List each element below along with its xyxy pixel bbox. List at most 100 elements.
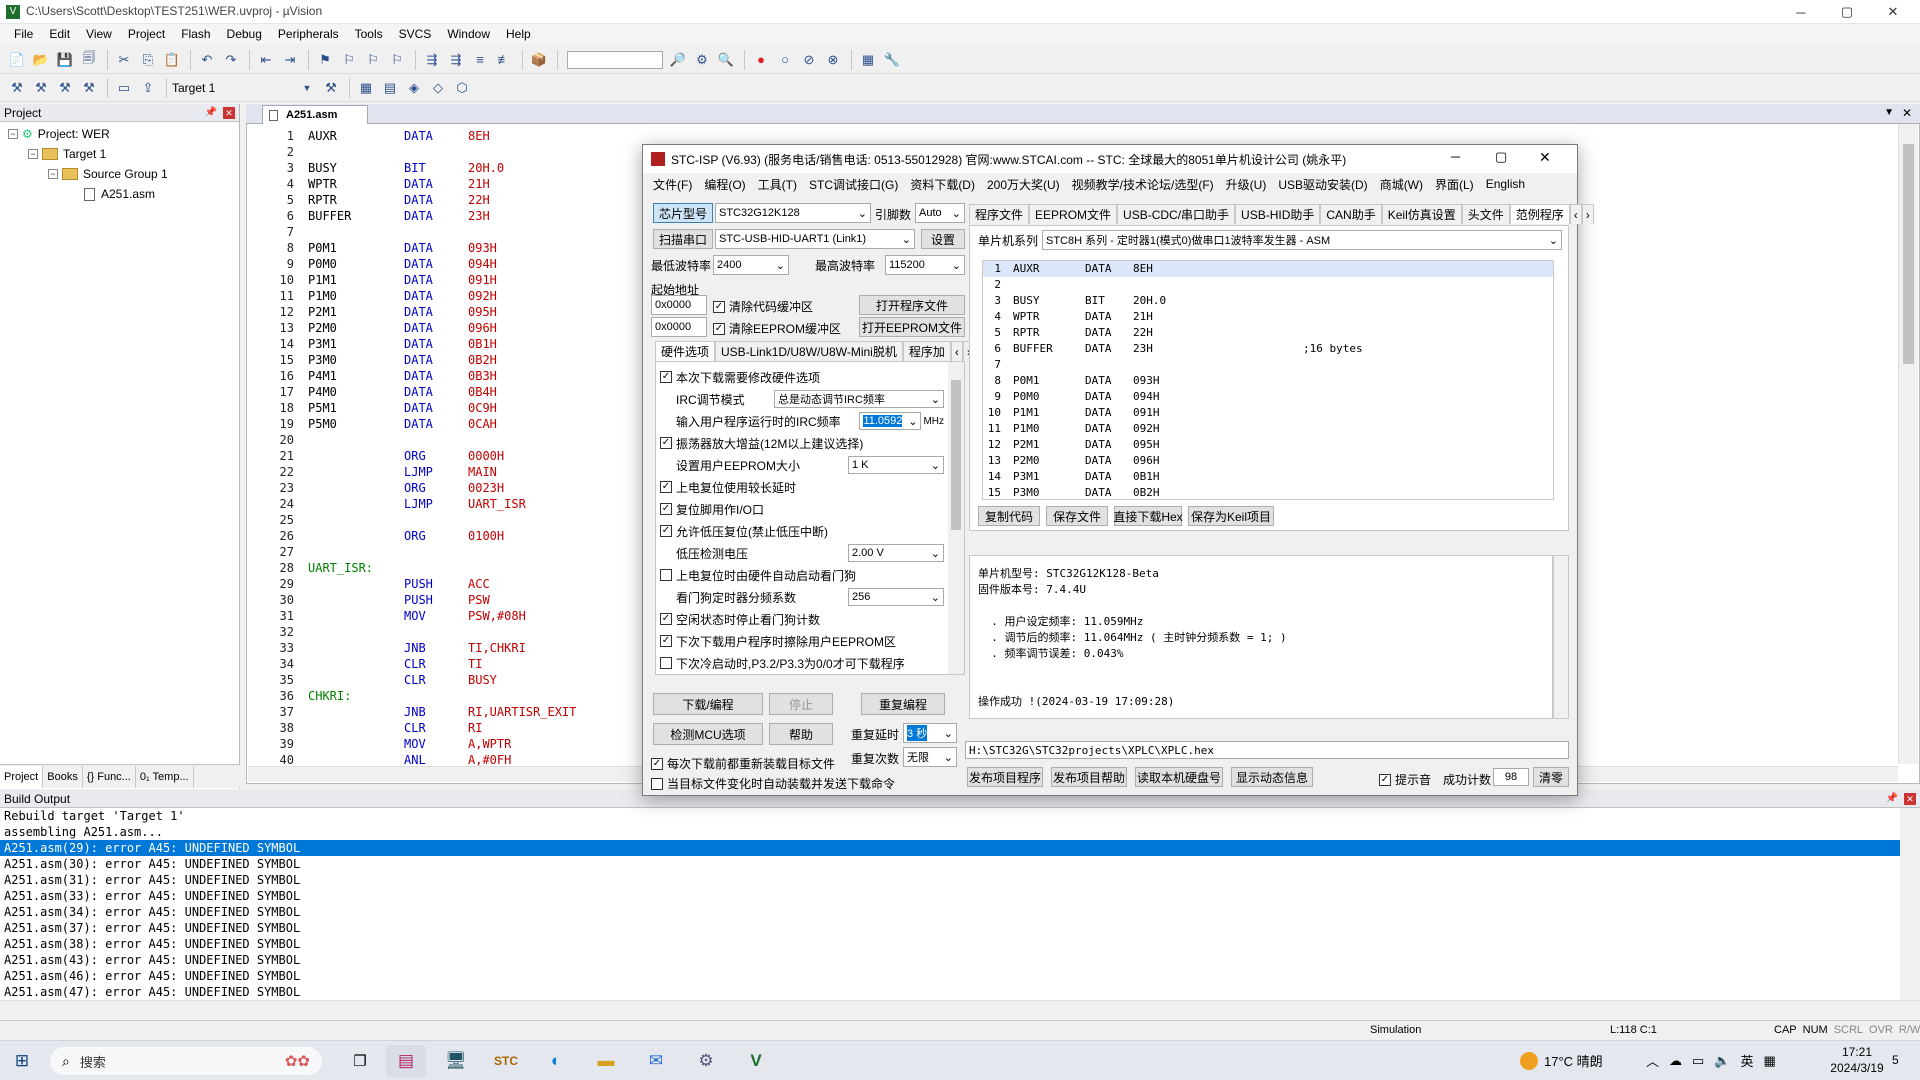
isp-log-scrollbar[interactable] <box>1553 555 1569 719</box>
build-vertical-scrollbar[interactable] <box>1900 808 1920 1000</box>
close-icon[interactable]: ✕ <box>223 106 235 119</box>
clear-code-checkbox[interactable]: ✓ 清除代码缓冲区 <box>713 298 813 315</box>
notification-count[interactable]: 5 <box>1892 1053 1899 1067</box>
tree-target[interactable]: − Target 1 <box>0 144 239 164</box>
pin-count-select[interactable]: Auto ⌄ <box>915 203 965 223</box>
isp-menu-item[interactable]: English <box>1480 177 1531 191</box>
tab-program-encrypt[interactable]: 程序加 <box>902 341 951 361</box>
minimize-button[interactable]: ─ <box>1778 0 1824 24</box>
cut-icon[interactable]: ✂ <box>113 49 135 71</box>
taskbar-keil-icon[interactable]: ▤ <box>386 1045 426 1077</box>
port-select[interactable]: STC-USB-HID-UART1 (Link1) ⌄ <box>715 229 915 249</box>
stop-button[interactable]: 停止 <box>769 693 833 715</box>
isp-maximize-button[interactable]: ▢ <box>1495 149 1507 165</box>
chip-model-select[interactable]: STC32G12K128 ⌄ <box>715 203 871 223</box>
chevron-down-icon[interactable]: ▼ <box>296 77 318 99</box>
close-icon[interactable]: ✕ <box>1902 106 1912 120</box>
option-checkbox[interactable]: 下次冷启动时,P3.2/P3.3为0/0才可下载程序 <box>660 655 905 672</box>
isp-menu-item[interactable]: 文件(F) <box>647 176 698 193</box>
clear-eeprom-checkbox[interactable]: ✓ 清除EEPROM缓冲区 <box>713 320 841 337</box>
isp-menu-item[interactable]: 编程(O) <box>698 176 751 193</box>
paste-icon[interactable]: 📋 <box>161 49 183 71</box>
tab-keil-sim-settings[interactable]: Keil仿真设置 <box>1381 204 1462 224</box>
scan-port-button[interactable]: 扫描串口 <box>653 229 713 249</box>
sample-code-view[interactable]: 1 AUXR DATA 8EH 2 3 BUSY BIT 20H.0 4 WPTR DATA 21H 5 R… <box>982 260 1554 500</box>
option-checkbox[interactable]: 上电复位时由硬件自动启动看门狗 <box>660 567 856 584</box>
build-output-line[interactable]: A251.asm(43): error A45: UNDEFINED SYMBO… <box>0 952 1900 968</box>
pack-installer-icon[interactable]: ◈ <box>403 77 425 99</box>
isp-minimize-button[interactable]: ─ <box>1451 149 1460 164</box>
indent-icon[interactable]: ⇶ <box>421 49 443 71</box>
tab-hardware-options[interactable]: 硬件选项 <box>655 341 716 361</box>
configure-icon[interactable]: ⚙ <box>691 49 713 71</box>
option-checkbox[interactable]: ✓ 振荡器放大增益(12M以上建议选择) <box>660 435 863 452</box>
publish-help-button[interactable]: 发布项目帮助 <box>1051 767 1127 787</box>
show-dynamic-info-button[interactable]: 显示动态信息 <box>1231 767 1313 787</box>
find-in-files-icon[interactable]: 📦 <box>528 49 550 71</box>
repeat-program-button[interactable]: 重复编程 <box>861 693 945 715</box>
isp-log-output[interactable]: 单片机型号: STC32G12K128-Beta 固件版本号: 7.4.4U . … <box>969 555 1553 719</box>
code-view[interactable]: 1 AUXR DATA 8EH 2 3 BUSY BIT 20H.0 4 WPTR DATA 21H 5 R… <box>250 128 650 768</box>
stop-build-icon[interactable]: ▭ <box>113 77 135 99</box>
taskbar-edge-icon[interactable]: ◐ <box>536 1045 576 1077</box>
disable-all-breakpoints-icon[interactable]: ⊘ <box>798 49 820 71</box>
isp-menu-item[interactable]: USB驱动安装(D) <box>1272 176 1373 193</box>
new-file-icon[interactable]: 📄 <box>6 49 28 71</box>
isp-menu-item[interactable]: 商城(W) <box>1374 176 1429 193</box>
chip-model-button[interactable]: 芯片型号 <box>653 203 713 223</box>
menu-edit[interactable]: Edit <box>41 24 78 44</box>
tab-scroll-left-icon[interactable]: ‹ <box>1569 204 1582 224</box>
build-output-line[interactable]: A251.asm(29): error A45: UNDEFINED SYMBO… <box>0 840 1900 856</box>
clear-count-button[interactable]: 清零 <box>1533 767 1569 787</box>
select-software-icon[interactable]: ◇ <box>427 77 449 99</box>
tree-source-group[interactable]: − Source Group 1 <box>0 164 239 184</box>
tab-usb-cdc-assistant[interactable]: USB-CDC/串口助手 <box>1117 204 1236 224</box>
taskbar-explorer-icon[interactable]: ▬ <box>586 1045 626 1077</box>
scrollbar-thumb[interactable] <box>951 380 961 530</box>
tab-functions[interactable]: {} Func... <box>83 765 136 788</box>
tab-usb-hid-assistant[interactable]: USB-HID助手 <box>1235 204 1321 224</box>
option-checkbox[interactable]: ✓ 下次下载用户程序时擦除用户EEPROM区 <box>660 633 896 650</box>
start-address-input[interactable]: 0x0000 <box>651 295 707 315</box>
volume-icon[interactable]: 🔈 <box>1714 1053 1730 1069</box>
option-checkbox[interactable]: ✓ 复位脚用作I/O口 <box>660 501 764 518</box>
option-select[interactable]: 11.0592 ⌄ <box>859 412 922 430</box>
sound-checkbox[interactable]: ✓ 提示音 <box>1379 771 1431 788</box>
build-icon[interactable]: ⚒ <box>30 77 52 99</box>
prev-bookmark-icon[interactable]: ⚐ <box>338 49 360 71</box>
publish-program-button[interactable]: 发布项目程序 <box>967 767 1043 787</box>
pin-icon[interactable]: 📌 <box>1886 793 1898 804</box>
check-mcu-button[interactable]: 检测MCU选项 <box>653 723 763 745</box>
close-button[interactable]: ✕ <box>1870 0 1916 24</box>
tab-scroll-left-icon[interactable]: ‹ <box>950 341 963 361</box>
menu-view[interactable]: View <box>78 24 120 44</box>
build-output-line[interactable]: A251.asm(34): error A45: UNDEFINED SYMBO… <box>0 904 1900 920</box>
repeat-count-select[interactable]: 无限 ⌄ <box>903 747 957 767</box>
ime-indicator[interactable]: 英 <box>1741 1051 1754 1070</box>
comment-icon[interactable]: ≡ <box>469 49 491 71</box>
isp-menu-item[interactable]: 升级(U) <box>1220 176 1273 193</box>
taskbar-uvision-icon[interactable]: V <box>736 1045 776 1077</box>
build-output-line[interactable]: A251.asm(30): error A45: UNDEFINED SYMBO… <box>0 856 1900 872</box>
isp-menu-item[interactable]: 界面(L) <box>1429 176 1480 193</box>
eeprom-address-input[interactable]: 0x0000 <box>651 317 707 337</box>
tab-eeprom-file[interactable]: EEPROM文件 <box>1029 204 1118 224</box>
save-icon[interactable]: 💾 <box>54 49 76 71</box>
build-output-line[interactable]: A251.asm(38): error A45: UNDEFINED SYMBO… <box>0 936 1900 952</box>
save-all-icon[interactable]: 🗐 <box>78 49 100 71</box>
tab-sample-program[interactable]: 范例程序 <box>1509 204 1570 224</box>
maximize-button[interactable]: ▢ <box>1824 0 1870 24</box>
ime-grid-icon[interactable]: ▦ <box>1764 1053 1776 1069</box>
max-baud-select[interactable]: 115200 ⌄ <box>885 255 965 275</box>
build-output-log[interactable]: Rebuild target 'Target 1' assembling A251… <box>0 808 1900 1000</box>
debug-session-icon[interactable]: 🔍 <box>715 49 737 71</box>
cloud-icon[interactable]: ☁ <box>1669 1053 1682 1069</box>
option-select[interactable]: 总是动态调节IRC频率 ⌄ <box>774 390 944 408</box>
isp-menu-item[interactable]: 资料下载(D) <box>904 176 981 193</box>
menu-flash[interactable]: Flash <box>173 24 218 44</box>
batch-build-icon[interactable]: ⚒ <box>78 77 100 99</box>
hex-path-field[interactable]: H:\STC32G\STC32projects\XPLC\XPLC.hex <box>965 741 1569 759</box>
collapse-icon[interactable]: − <box>8 129 18 139</box>
translate-icon[interactable]: ⚒ <box>6 77 28 99</box>
windows-start-icon[interactable]: ⊞ <box>2 1045 42 1077</box>
